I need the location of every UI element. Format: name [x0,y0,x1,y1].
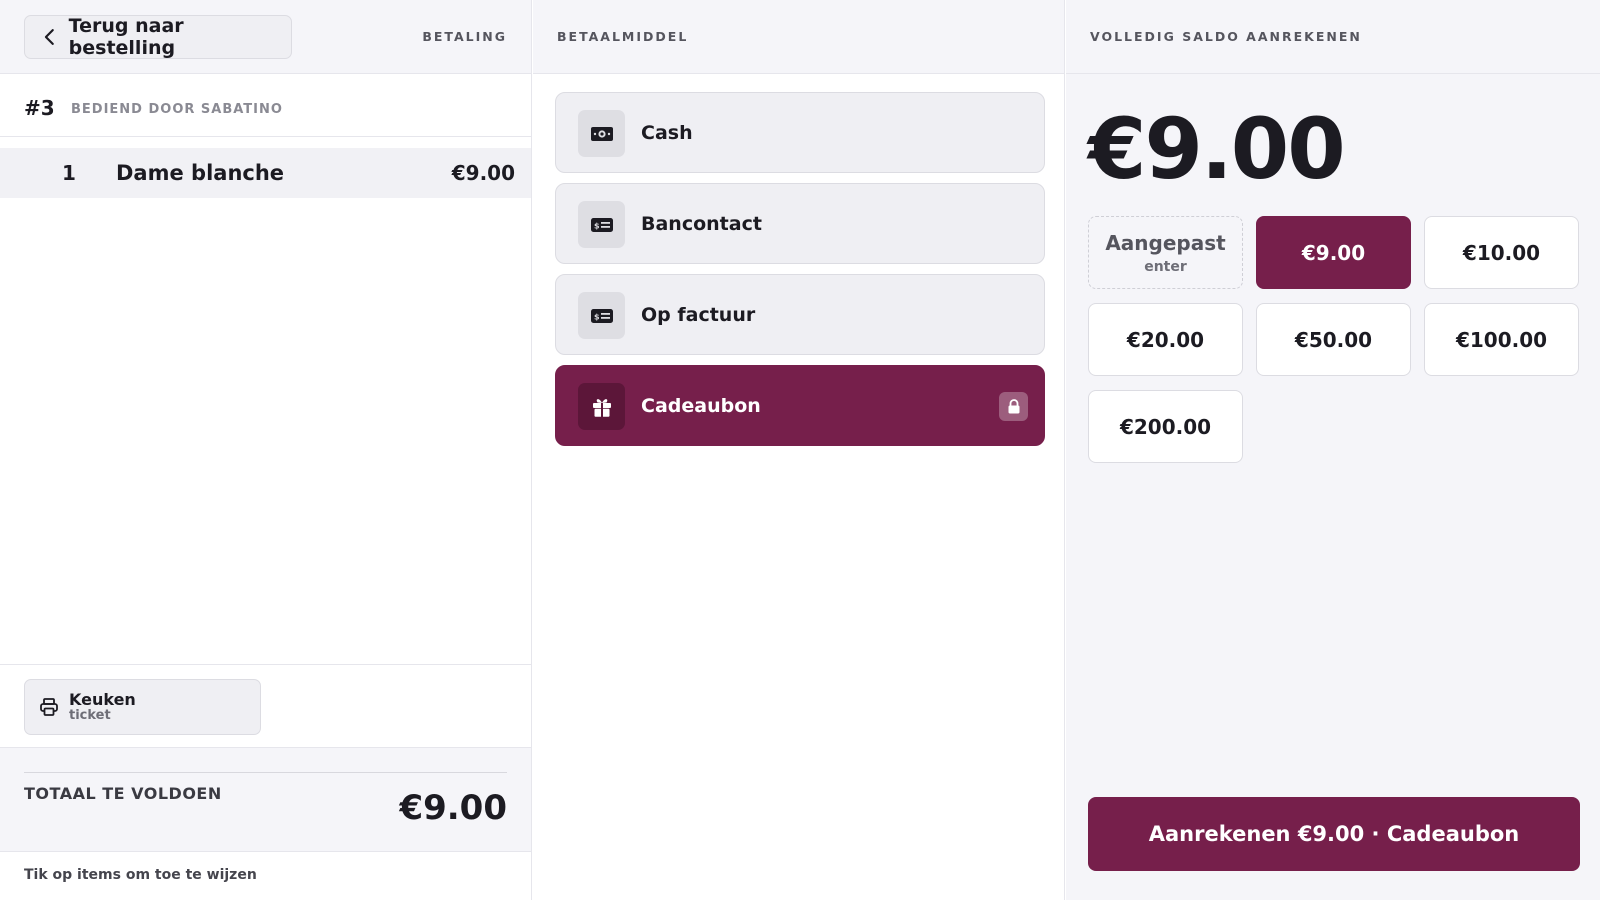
total-label: TOTAAL TE VOLDOEN [24,784,222,803]
item-quantity: 1 [62,161,76,185]
method-bancontact[interactable]: $ Bancontact [555,183,1045,264]
preset-amount-button[interactable]: €9.00 [1256,216,1411,289]
preset-amount-button[interactable]: €20.00 [1088,303,1243,376]
order-header: #3 BEDIEND DOOR SABATINO [0,74,531,137]
custom-amount-button[interactable]: Aangepast enter [1088,216,1243,289]
chevron-left-icon [44,29,54,45]
amount-topbar: VOLLEDIG SALDO AANREKENEN [1066,0,1600,74]
payment-section-label: BETALING [422,29,507,44]
full-balance-label: VOLLEDIG SALDO AANREKENEN [1090,29,1362,44]
method-label: Op factuur [641,303,756,326]
back-button-label: Terug naar bestelling [68,15,184,59]
gift-icon [592,398,611,417]
preset-amount-button[interactable]: €200.00 [1088,390,1243,463]
amount-panel: VOLLEDIG SALDO AANREKENEN €9.00 Aangepas… [1066,0,1600,900]
cash-icon [590,126,613,141]
item-name: Dame blanche [116,161,285,185]
method-label: Bancontact [641,212,762,235]
lock-badge [999,392,1028,421]
total-divider [24,772,507,773]
printer-icon [40,698,58,716]
item-price: €9.00 [451,161,515,185]
back-to-order-button[interactable]: Terug naar bestelling [24,15,292,59]
order-item-row[interactable]: 1 Dame blanche €9.00 [0,148,531,198]
method-cash[interactable]: Cash [555,92,1045,173]
custom-amount-label: Aangepast [1105,230,1226,255]
served-by-label: BEDIEND DOOR SABATINO [71,102,283,117]
custom-amount-hint: enter [1144,258,1187,275]
assign-hint: Tik op items om toe te wijzen [24,867,257,883]
method-invoice[interactable]: $ Op factuur [555,274,1045,355]
payment-method-list: Cash $ Bancontact $ Op factuur Cadeaubon [555,92,1045,456]
printer-area: Keuken ticket [0,664,531,748]
kitchen-ticket-button[interactable]: Keuken ticket [24,679,261,735]
printer-subtitle: ticket [69,708,111,723]
method-gift-voucher[interactable]: Cadeaubon [555,365,1045,446]
method-label: Cadeaubon [641,394,761,417]
total-area: TOTAAL TE VOLDOEN €9.00 [0,748,531,852]
lock-icon [1008,399,1019,414]
preset-amount-button[interactable]: €50.00 [1256,303,1411,376]
method-section-label: BETAALMIDDEL [557,29,689,44]
preset-amount-button[interactable]: €100.00 [1424,303,1579,376]
payment-method-panel: BETAALMIDDEL Cash $ Bancontact $ Op fact… [533,0,1065,900]
amount-display: €9.00 [1088,100,1346,198]
svg-text:$: $ [594,221,600,230]
charge-button[interactable]: Aanrekenen €9.00 · Cadeaubon [1088,797,1580,871]
order-topbar: Terug naar bestelling BETALING [0,0,531,74]
order-number: #3 [24,96,55,120]
method-topbar: BETAALMIDDEL [533,0,1064,74]
printer-title: Keuken [69,690,136,709]
preset-amount-button[interactable]: €10.00 [1424,216,1579,289]
order-panel: Terug naar bestelling BETALING #3 BEDIEN… [0,0,532,900]
amount-presets: Aangepast enter €9.00 €10.00 €20.00 €50.… [1088,216,1580,463]
svg-text:$: $ [594,312,600,321]
card-icon: $ [590,217,613,232]
invoice-icon: $ [590,308,613,323]
total-value: €9.00 [399,788,507,828]
method-label: Cash [641,121,693,144]
